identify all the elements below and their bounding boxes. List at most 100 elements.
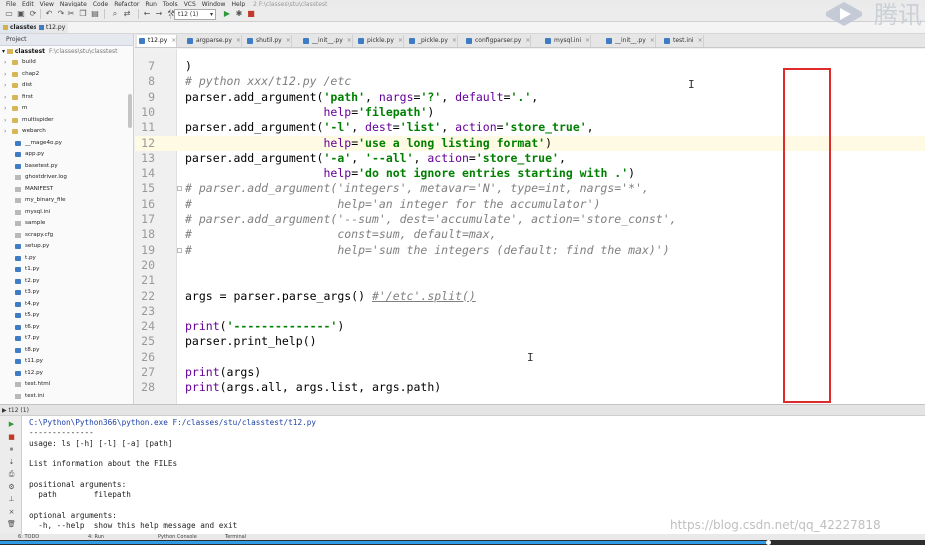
editor-tab[interactable]: __init__.py × [301,35,353,47]
code-text: # parser.add_argument('--sum', dest='acc… [185,212,677,227]
close-icon[interactable]: × [650,37,655,44]
tree-file[interactable]: t4.py [0,299,133,311]
line-number: 16 [141,196,155,211]
tree-folder[interactable]: › dist [0,80,133,92]
tree-file[interactable]: t2.py [0,276,133,288]
paste-icon[interactable]: ▤ [90,9,100,19]
tree-file[interactable]: t.py [0,253,133,265]
editor-tab[interactable]: mysql.ini × [543,35,592,47]
tree-file[interactable]: test.html [0,379,133,391]
editor-tab[interactable]: pickle.py × [356,35,404,47]
tree-file[interactable]: app.py [0,149,133,161]
settings-icon[interactable]: ⚙ [7,483,16,492]
copy-icon[interactable]: ❐ [78,9,88,19]
close-icon[interactable]: × [698,37,703,44]
fold-icon[interactable] [177,186,182,192]
toolbar: t12 (1) ▾ ▭▣⟳ ↶↷✂❐▤ ⌕⇄ ←→⚒ ▶✱■ [0,7,925,22]
rerun-icon[interactable]: ▶ [7,420,16,429]
find-icon[interactable]: ⌕ [110,9,120,19]
build-icon[interactable]: ⚒ [166,9,176,19]
chevron-right-icon[interactable]: › [4,57,6,69]
print-icon[interactable]: ⎙ [7,470,16,479]
close-icon[interactable]: × [525,37,530,44]
close-icon[interactable]: × [398,37,403,44]
tree-file[interactable]: t8.py [0,345,133,357]
tree-file[interactable]: MANIFEST [0,184,133,196]
chevron-right-icon[interactable]: › [4,126,6,138]
chevron-right-icon[interactable]: › [4,92,6,104]
editor-tab[interactable]: _pickle.py × [407,35,458,47]
tree-file[interactable]: basetest.py [0,161,133,173]
tree-file[interactable]: t5.py [0,310,133,322]
tree-file[interactable]: mysql.ini [0,207,133,219]
file-icon [15,175,21,180]
tree-folder[interactable]: › multispider [0,115,133,127]
tree-file[interactable]: test.ini [0,391,133,403]
tree-folder[interactable]: › build [0,57,133,69]
tree-file[interactable]: t3.py [0,287,133,299]
editor-tab[interactable]: __init__.py × [604,35,656,47]
breadcrumb-file[interactable]: t12.py [36,23,69,33]
run-console[interactable]: C:\Python\Python366\python.exe F:/classe… [22,416,925,534]
redo-icon[interactable]: ↷ [56,9,66,19]
tree-folder[interactable]: › first [0,92,133,104]
run-panel-header[interactable]: ▶ t12 (1) [0,404,925,416]
tree-file[interactable]: t12.py [0,368,133,380]
fold-icon[interactable] [177,247,182,253]
run-configuration-select[interactable]: t12 (1) ▾ [174,9,216,20]
stop-icon[interactable]: ■ [246,9,256,19]
close-icon[interactable]: × [347,37,352,44]
tree-file[interactable]: t6.py [0,322,133,334]
run-icon[interactable]: ▶ [222,9,232,19]
close-icon[interactable]: × [171,37,176,44]
sync-icon[interactable]: ⟳ [28,9,38,19]
video-progress-bar[interactable] [0,540,925,545]
chevron-right-icon[interactable]: › [4,80,6,92]
forward-icon[interactable]: → [154,9,164,19]
cut-icon[interactable]: ✂ [66,9,76,19]
pause-icon[interactable]: ⏸ [7,445,16,454]
pin-icon[interactable]: ⊥ [7,495,16,504]
back-icon[interactable]: ← [142,9,152,19]
close-icon[interactable]: × [7,508,16,517]
scroll-icon[interactable]: ⇣ [7,458,16,467]
close-icon[interactable]: × [585,37,590,44]
replace-icon[interactable]: ⇄ [122,9,132,19]
trash-icon[interactable]: 🗑 [7,520,16,529]
close-icon[interactable]: × [286,37,291,44]
video-progress-knob[interactable] [765,540,771,545]
tree-file[interactable]: t1.py [0,264,133,276]
editor-tab[interactable]: test.ini × [662,35,704,47]
tree-file[interactable]: scrapy.cfg [0,230,133,242]
tree-file[interactable]: t7.py [0,333,133,345]
tree-folder[interactable]: › m [0,103,133,115]
code-text: # const=sum, default=max, [185,227,497,242]
chevron-right-icon[interactable]: › [4,103,6,115]
python-file-icon [15,278,21,284]
undo-icon[interactable]: ↶ [44,9,54,19]
editor-tab[interactable]: shutil.py × [245,35,292,47]
chevron-right-icon[interactable]: › [4,115,6,127]
close-icon[interactable]: × [452,37,457,44]
tree-file[interactable]: setup.py [0,241,133,253]
chevron-right-icon[interactable]: › [4,69,6,81]
tree-file[interactable]: my_binary_file [0,195,133,207]
tree-folder[interactable]: › chap2 [0,69,133,81]
project-panel-header[interactable]: Project [0,34,133,46]
editor-tab[interactable]: configparser.py × [464,35,532,47]
project-scrollbar[interactable] [128,94,132,128]
tree-folder[interactable]: › webarch [0,126,133,138]
open-icon[interactable]: ▭ [4,9,14,19]
tree-file[interactable]: __mage4o.py [0,138,133,150]
save-icon[interactable]: ▣ [16,9,26,19]
debug-icon[interactable]: ✱ [234,9,244,19]
tree-file[interactable]: t11.py [0,356,133,368]
tree-file[interactable]: sample [0,218,133,230]
editor-tab[interactable]: argparse.py × [185,35,242,47]
close-icon[interactable]: × [236,37,241,44]
project-root[interactable]: ▾ classtest F:\classes\stu\classtest [0,46,133,57]
editor-tab[interactable]: t12.py × [137,35,178,47]
tree-file[interactable]: ghostdriver.log [0,172,133,184]
stop-icon[interactable]: ■ [7,433,16,442]
